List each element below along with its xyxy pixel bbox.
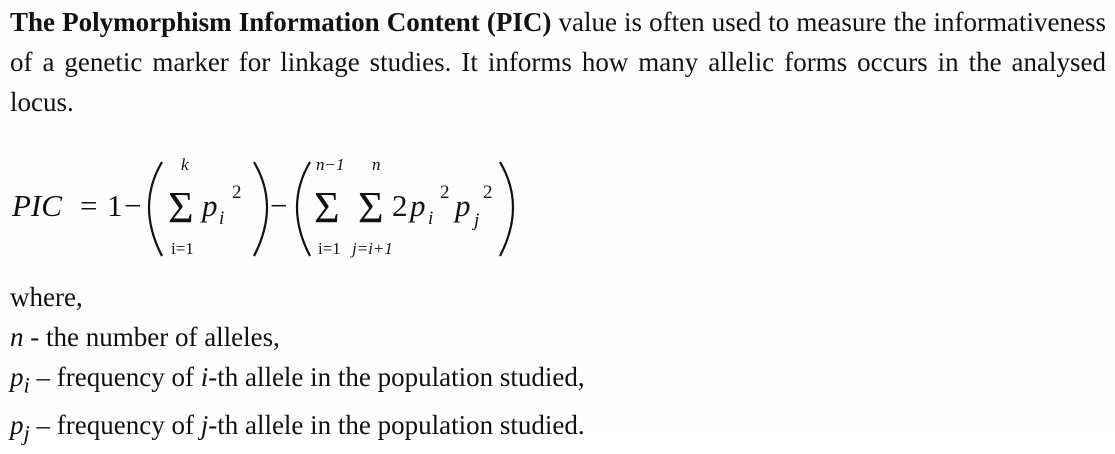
term2-exp-2a: 2 [440, 182, 450, 203]
definition-n-text: - the number of alleles, [23, 322, 280, 352]
definition-pi-text-a: – frequency of [29, 362, 201, 392]
definitions-list: where, n - the number of alleles, pi – f… [10, 277, 1010, 454]
definition-pj-text-b: -th allele in the population studied. [208, 410, 585, 441]
term2-coef: 2 [392, 188, 408, 223]
definition-n: n - the number of alleles, [10, 317, 1010, 357]
paren-close-2 [499, 161, 514, 257]
term2-sub-i: i [428, 208, 433, 229]
term1-exp-2: 2 [232, 182, 242, 203]
definition-pj-symbol: p [10, 410, 24, 441]
sum1-lower: i=1 [171, 239, 194, 258]
paragraph-bold-lead: The Polymorphism Information Content (PI… [10, 7, 552, 37]
formula-one: 1 [107, 188, 123, 223]
definition-pi: pi – frequency of i-th allele in the pop… [10, 357, 1010, 405]
paren-open-2 [296, 161, 311, 257]
pic-formula-svg: PIC = 1 − k Σ i=1 p i 2 − n−1 Σ i=1 n Σ [11, 155, 514, 258]
formula-minus-1: − [124, 188, 141, 223]
sum3-lower: j=i+1 [350, 239, 393, 258]
sum1-sigma: Σ [168, 183, 194, 232]
sum3-sigma: Σ [358, 183, 384, 232]
term1-p: p [200, 188, 218, 223]
term2-pi: p [408, 188, 426, 223]
term2-exp-2b: 2 [483, 182, 493, 203]
sum2-upper: n−1 [316, 155, 344, 174]
definition-pi-symbol: p [10, 362, 24, 392]
paren-open-1 [148, 161, 163, 257]
sum3-upper: n [372, 155, 381, 174]
term2-pj: p [453, 188, 471, 223]
sum1-upper: k [181, 155, 189, 174]
term1-sub-i: i [219, 208, 224, 229]
pic-formula: PIC = 1 − k Σ i=1 p i 2 − n−1 Σ i=1 n Σ [0, 150, 560, 270]
sum2-lower: i=1 [318, 239, 341, 258]
paren-close-1 [253, 161, 268, 257]
formula-lhs: PIC [11, 188, 62, 223]
formula-equals: = [80, 188, 97, 223]
formula-minus-2: − [270, 188, 287, 223]
document-page: The Polymorphism Information Content (PI… [0, 0, 1115, 446]
term2-sub-j: j [471, 210, 479, 231]
sum2-sigma: Σ [314, 183, 340, 232]
definition-pj-text-a: – frequency of [29, 410, 201, 441]
definition-pi-text-b: -th allele in the population studied, [208, 362, 585, 392]
intro-paragraph: The Polymorphism Information Content (PI… [10, 2, 1106, 122]
definitions-where: where, [10, 282, 83, 312]
definition-pj: pj – frequency of j-th allele in the pop… [10, 405, 1010, 453]
definition-n-symbol: n [10, 322, 24, 352]
